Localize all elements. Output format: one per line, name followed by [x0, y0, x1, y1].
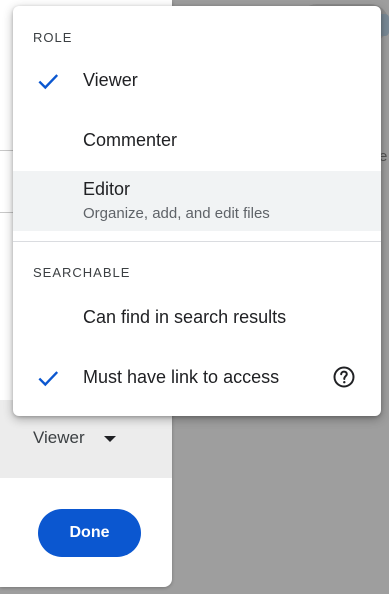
menu-item-can-find[interactable]: Can find in search results — [13, 290, 381, 346]
menu-item-description: Organize, add, and edit files — [83, 205, 270, 222]
check-icon — [38, 371, 59, 387]
role-select-value[interactable]: Viewer — [33, 428, 85, 448]
menu-item-label: Commenter — [83, 130, 178, 150]
menu-item-must-have-link[interactable]: Must have link to access — [13, 350, 381, 406]
menu-item-editor[interactable]: Editor Organize, add, and edit files — [13, 171, 381, 231]
menu-item-label: Can find in search results — [83, 307, 287, 327]
check-icon — [38, 74, 59, 90]
done-button[interactable]: Done — [38, 509, 141, 557]
menu-item-label: Editor — [83, 179, 131, 199]
page: e Viewer Done ROLE Viewer Commenter Edit… — [0, 0, 389, 594]
menu-item-label: Must have link to access — [83, 367, 280, 387]
help-circle-icon[interactable] — [332, 365, 356, 389]
role-menu: ROLE Viewer Commenter Editor Organize, a… — [13, 6, 381, 416]
menu-section-title-role: ROLE — [33, 30, 73, 45]
menu-item-viewer[interactable]: Viewer — [13, 54, 381, 109]
menu-section-title-searchable: SEARCHABLE — [33, 265, 131, 280]
caret-down-icon[interactable] — [104, 436, 116, 442]
menu-item-label: Viewer — [83, 70, 138, 90]
menu-item-commenter[interactable]: Commenter — [13, 114, 381, 169]
menu-divider — [13, 241, 381, 242]
